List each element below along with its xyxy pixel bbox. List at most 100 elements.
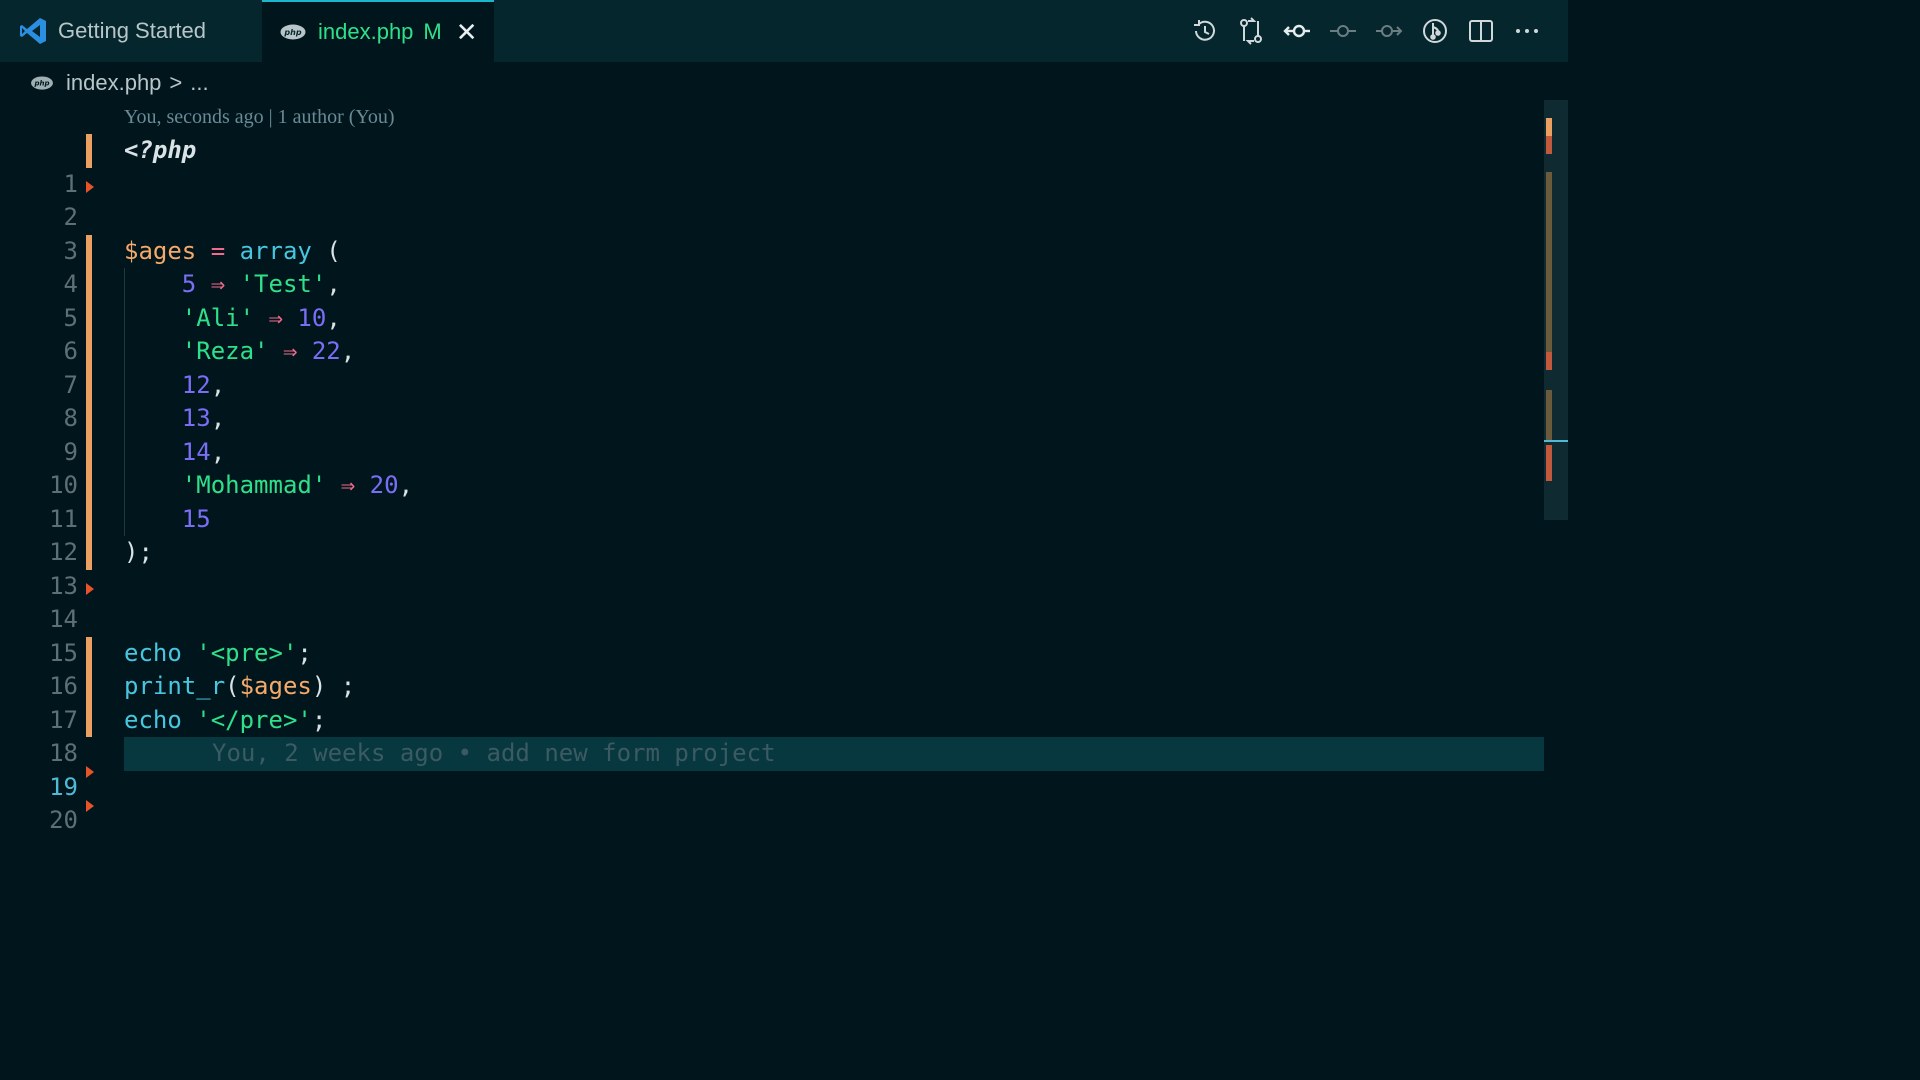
gutter-modified <box>86 268 92 302</box>
number-token: 13 <box>181 404 211 432</box>
comma-token: , <box>210 437 226 466</box>
number-token: 22 <box>311 337 341 365</box>
overview-ruler[interactable] <box>1544 100 1568 520</box>
function-token: echo <box>124 638 182 667</box>
gutter-modified <box>86 636 92 670</box>
overview-modified-mark <box>1546 118 1552 136</box>
comma-token: , <box>326 270 341 298</box>
next-commit-icon[interactable] <box>1366 0 1412 62</box>
comma-token: , <box>340 337 356 365</box>
compare-changes-icon[interactable] <box>1228 0 1274 62</box>
gutter-modified <box>86 435 92 469</box>
punctuation-token: ( <box>326 236 341 265</box>
gutter-modified <box>86 234 92 268</box>
line-number: 20 <box>49 806 78 834</box>
string-token: 'Reza' <box>181 337 269 365</box>
overview-deleted-mark <box>1546 136 1552 154</box>
code-line: 1 <?php <box>0 134 1544 198</box>
gutter-modified <box>86 703 92 737</box>
gutter-modified <box>86 502 92 536</box>
tab-getting-started[interactable]: Getting Started <box>0 0 260 62</box>
code-line: 16 echo '<pre>'; <box>0 636 1544 700</box>
code-line: 20 <box>0 771 1544 834</box>
php-file-icon: php <box>31 76 53 90</box>
more-actions-icon[interactable] <box>1504 0 1550 62</box>
gutter-modified <box>86 670 92 704</box>
breadcrumb-file[interactable]: index.php <box>66 70 161 96</box>
tab-label: index.php <box>318 19 414 44</box>
function-token: print_r <box>124 672 226 700</box>
number-token: 15 <box>181 504 211 533</box>
string-token: '</pre>' <box>196 705 312 734</box>
number-token: 14 <box>181 437 211 466</box>
arrow-token: ⇒ <box>282 337 298 365</box>
arrow-token: ⇒ <box>340 471 356 499</box>
code-line: 6 'Ali' ⇒ 10, <box>0 301 1544 365</box>
code-line: 7 'Reza' ⇒ 22, <box>0 335 1544 399</box>
codelens-blame[interactable]: You, seconds ago | 1 author (You) <box>124 106 395 129</box>
tab-index-php[interactable]: php index.php M ✕ <box>262 0 494 62</box>
gutter-modified <box>86 402 92 436</box>
inline-blame: You, 2 weeks ago • add new form project <box>212 739 776 767</box>
gutter-deleted <box>86 168 94 202</box>
code-line: 12 15 <box>0 502 1544 566</box>
tab-bar: Getting Started php index.php M ✕ <box>0 0 1568 62</box>
semicolon-token: ; <box>340 672 356 700</box>
overview-modified-mark <box>1546 390 1552 440</box>
gutter-modified <box>86 134 92 168</box>
php-open-tag: <?php <box>124 136 197 164</box>
close-icon[interactable]: ✕ <box>456 19 478 45</box>
modified-badge: M <box>423 19 442 44</box>
gutter-modified <box>86 469 92 503</box>
code-editor[interactable]: You, seconds ago | 1 author (You) 1 <?ph… <box>0 100 1544 882</box>
string-token: '<pre>' <box>196 638 298 667</box>
code-line: 9 13, <box>0 402 1544 466</box>
variable-token: $ages <box>124 236 197 265</box>
overview-modified-mark <box>1546 172 1552 352</box>
code-line: 18 echo '</pre>'; <box>0 703 1544 767</box>
code-line: 10 14, <box>0 435 1544 499</box>
gutter-modified <box>86 335 92 369</box>
comma-token: , <box>210 370 226 399</box>
php-file-icon: php <box>280 24 306 40</box>
number-token: 12 <box>181 370 211 399</box>
number-token: 5 <box>181 270 197 298</box>
function-token: array <box>239 236 312 265</box>
tab-label: Getting Started <box>58 18 206 43</box>
history-icon[interactable] <box>1182 0 1228 62</box>
code-line-current: 19 You, 2 weeks ago • add new form proje… <box>0 737 1544 801</box>
git-graph-icon[interactable] <box>1412 0 1458 62</box>
code-line: 11 'Mohammad' ⇒ 20, <box>0 469 1544 533</box>
gutter-modified <box>86 536 92 570</box>
comma-token: , <box>398 471 414 499</box>
code-line: 14 <box>0 570 1544 633</box>
gutter-modified <box>86 301 92 335</box>
code-line: 3 <box>0 201 1544 265</box>
breadcrumb-more[interactable]: ... <box>190 70 208 96</box>
function-token: echo <box>124 705 182 734</box>
code-line: 4 $ages = array ( <box>0 234 1544 298</box>
overview-deleted-mark <box>1546 445 1552 481</box>
number-token: 10 <box>297 303 327 332</box>
semicolon-token: ; <box>297 638 312 667</box>
previous-commit-icon[interactable] <box>1274 0 1320 62</box>
string-token: 'Test' <box>239 270 327 298</box>
gutter-deleted <box>86 787 94 821</box>
code-line: 2 <box>0 168 1544 231</box>
comma-token: , <box>326 303 341 332</box>
split-editor-icon[interactable] <box>1458 0 1504 62</box>
code-line: 15 <box>0 603 1544 667</box>
commit-icon[interactable] <box>1320 0 1366 62</box>
code-line: 5 5 ⇒ 'Test', <box>0 268 1544 332</box>
overview-deleted-mark <box>1546 352 1552 370</box>
variable-token: $ages <box>239 672 312 700</box>
chevron-right-icon: > <box>169 70 183 95</box>
string-token: 'Mohammad' <box>181 471 327 499</box>
svg-text:php: php <box>33 80 49 88</box>
code-line: 8 12, <box>0 368 1544 432</box>
operator-token: = <box>210 236 226 265</box>
code-line: 13 ); <box>0 536 1544 600</box>
overview-cursor-mark <box>1544 440 1568 442</box>
vscode-logo-icon <box>20 18 46 44</box>
gutter-deleted <box>86 570 94 604</box>
